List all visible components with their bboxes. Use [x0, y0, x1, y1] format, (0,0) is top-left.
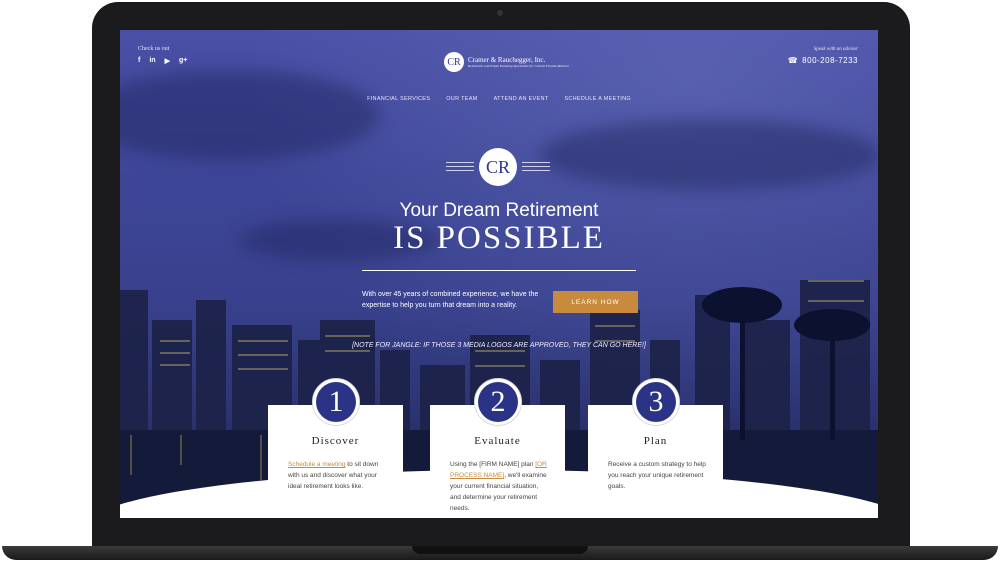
phone-link[interactable]: ☎ 800-208-7233: [788, 56, 858, 65]
google-plus-icon[interactable]: g+: [179, 57, 187, 65]
nav-our-team[interactable]: OUR TEAM: [446, 96, 477, 102]
logo-tagline: Retirement and Estate Planning Specialis…: [468, 64, 569, 68]
step-number-badge: 3: [632, 378, 680, 426]
linkedin-icon[interactable]: in: [149, 57, 155, 65]
learn-how-button[interactable]: LEARN HOW: [553, 291, 638, 313]
advisor-label: Speak with an advisor: [813, 47, 858, 52]
logo-name: Cramer & Rauchegger, Inc.: [468, 56, 546, 64]
hero-heading-line1: Your Dream Retirement: [399, 200, 599, 221]
schedule-meeting-link[interactable]: Schedule a meeting: [288, 461, 345, 468]
media-logos-note: [NOTE FOR JANGLE: IF THOSE 3 MEDIA LOGOS…: [352, 342, 646, 349]
camera-icon: [497, 10, 503, 16]
step-title: Evaluate: [474, 435, 521, 447]
nav-financial-services[interactable]: FINANCIAL SERVICES: [367, 96, 430, 102]
hero-intro-text: With over 45 years of combined experienc…: [362, 291, 539, 309]
nav-attend-event[interactable]: ATTEND AN EVENT: [494, 96, 549, 102]
laptop-notch: [412, 546, 588, 554]
phone-icon: ☎: [787, 56, 799, 65]
step-title: Discover: [311, 435, 360, 447]
step-title: Plan: [643, 435, 668, 447]
site-logo[interactable]: CR Cramer & Rauchegger, Inc. Retirement …: [444, 52, 569, 72]
logo-monogram: CR: [444, 52, 464, 72]
hero-heading-line2: IS POSSIBLE: [393, 220, 605, 256]
youtube-icon[interactable]: ▶: [165, 57, 170, 65]
hero-divider: [362, 270, 636, 271]
social-links: f in ▶ g+: [138, 57, 187, 65]
website-screen: Check us out f in ▶ g+ CR Cramer & Rauch…: [120, 30, 878, 518]
step-body: Receive a custom strategy to help you re…: [608, 461, 706, 490]
main-nav: FINANCIAL SERVICES OUR TEAM ATTEND AN EV…: [120, 96, 878, 102]
check-us-out-label: Check us out: [138, 46, 170, 52]
phone-number: 800-208-7233: [802, 56, 858, 65]
step-number-badge: 1: [312, 378, 360, 426]
step-body: Schedule a meeting to sit down with us a…: [288, 461, 379, 490]
hero-monogram: CR: [479, 148, 517, 186]
step-body: Using the [FIRM NAME] plan [OR PROCESS N…: [450, 461, 547, 512]
facebook-icon[interactable]: f: [138, 57, 140, 65]
step-number-badge: 2: [474, 378, 522, 426]
top-bar: Check us out f in ▶ g+ CR Cramer & Rauch…: [120, 30, 878, 90]
nav-schedule-meeting[interactable]: SCHEDULE A MEETING: [564, 96, 631, 102]
